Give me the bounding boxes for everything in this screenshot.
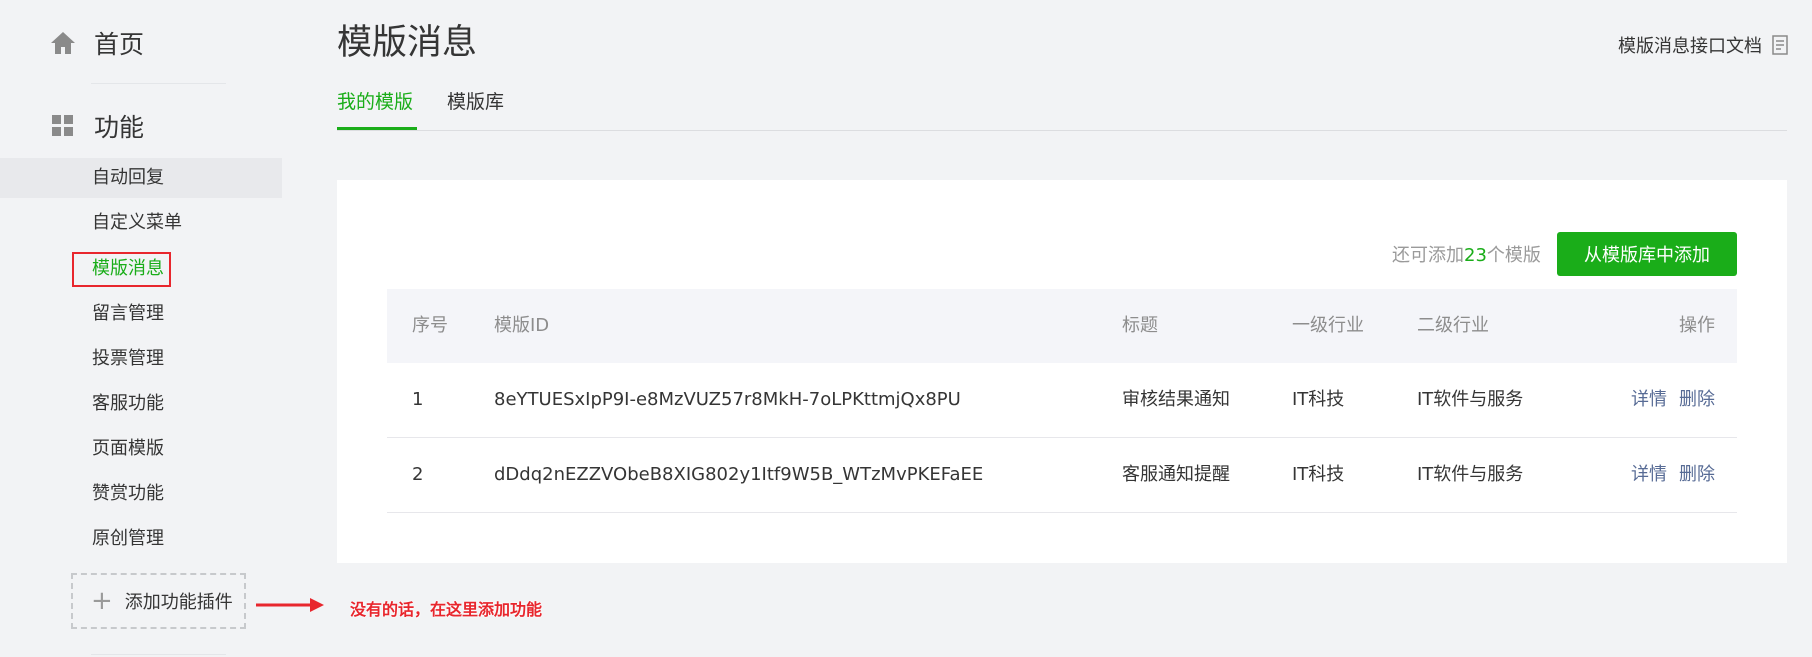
grid-icon	[48, 111, 78, 141]
sidebar-home-label: 首页	[94, 30, 145, 59]
sidebar: 首页 功能 自动回复 自定义菜单 模版消息 留言管理 投票管理 客服功能 页面模…	[0, 0, 282, 657]
cell-title: 客服通知提醒	[1122, 464, 1230, 485]
cell-industry1: IT科技	[1292, 464, 1345, 485]
arrow-right-icon	[256, 598, 324, 612]
sidebar-divider-bottom	[91, 654, 226, 655]
header-title: 标题	[1122, 315, 1158, 336]
cell-industry1: IT科技	[1292, 389, 1345, 410]
sidebar-divider	[91, 83, 226, 84]
plus-icon: +	[91, 586, 113, 616]
cell-ops: 详情 删除	[1619, 438, 1715, 512]
template-table: 序号 模版ID 标题 一级行业 二级行业 操作 1 8eYTUESxIpP9I-…	[387, 289, 1737, 513]
cell-ops: 详情 删除	[1619, 363, 1715, 437]
cell-title: 审核结果通知	[1122, 389, 1230, 410]
cell-no: 2	[412, 464, 424, 485]
cell-template-id: dDdq2nEZZVObeB8XIG802y1Itf9W5B_WTzMvPKEF…	[494, 464, 984, 485]
cell-template-id: 8eYTUESxIpP9I-e8MzVUZ57r8MkH-7oLPKttmjQx…	[494, 389, 961, 410]
table-row: 2 dDdq2nEZZVObeB8XIG802y1Itf9W5B_WTzMvPK…	[387, 438, 1737, 513]
cell-no: 1	[412, 389, 424, 410]
sidebar-section-function[interactable]: 功能	[48, 106, 144, 146]
header-industry2: 二级行业	[1417, 315, 1489, 336]
add-plugin-label: 添加功能插件	[124, 592, 233, 613]
sidebar-item-vote-manage[interactable]: 投票管理	[92, 339, 164, 379]
sidebar-item-customer-service[interactable]: 客服功能	[92, 384, 164, 424]
quota-suffix: 个模版	[1486, 245, 1541, 266]
sidebar-item-original-manage[interactable]: 原创管理	[92, 519, 164, 559]
cell-industry2: IT软件与服务	[1417, 464, 1524, 485]
header-id: 模版ID	[494, 315, 550, 336]
detail-link[interactable]: 详情	[1631, 464, 1667, 485]
delete-link[interactable]: 删除	[1679, 389, 1715, 410]
detail-link[interactable]: 详情	[1631, 389, 1667, 410]
annotation-text: 没有的话，在这里添加功能	[350, 600, 543, 619]
sidebar-item-custom-menu[interactable]: 自定义菜单	[92, 203, 182, 243]
header-industry1: 一级行业	[1292, 315, 1364, 336]
sidebar-item-reward[interactable]: 赞赏功能	[92, 474, 164, 514]
add-from-library-button[interactable]: 从模版库中添加	[1557, 232, 1737, 276]
sidebar-item-page-template[interactable]: 页面模版	[92, 429, 164, 469]
header-no: 序号	[412, 315, 448, 336]
quota-text: 还可添加23个模版	[1392, 241, 1541, 267]
delete-link[interactable]: 删除	[1679, 464, 1715, 485]
home-icon	[48, 28, 78, 58]
quota-count: 23	[1464, 245, 1487, 266]
highlight-box	[72, 252, 171, 287]
doc-link-label: 模版消息接口文档	[1618, 36, 1762, 57]
tab-my-templates[interactable]: 我的模版	[337, 84, 417, 130]
add-plugin-button[interactable]: + 添加功能插件	[71, 573, 246, 629]
document-icon	[1772, 35, 1788, 55]
sidebar-item-comment-manage[interactable]: 留言管理	[92, 294, 164, 334]
sidebar-item-home[interactable]: 首页	[48, 23, 144, 63]
sidebar-item-auto-reply[interactable]: 自动回复	[0, 158, 282, 198]
table-header: 序号 模版ID 标题 一级行业 二级行业 操作	[387, 289, 1737, 363]
header-ops: 操作	[1679, 315, 1715, 336]
doc-link[interactable]: 模版消息接口文档	[1618, 32, 1788, 58]
quota-prefix: 还可添加	[1392, 245, 1464, 266]
sidebar-function-label: 功能	[94, 113, 145, 142]
cell-industry2: IT软件与服务	[1417, 389, 1524, 410]
tab-bar: 我的模版 模版库	[337, 84, 1787, 131]
page-title: 模版消息	[337, 23, 478, 63]
tab-template-library[interactable]: 模版库	[447, 84, 504, 130]
table-row: 1 8eYTUESxIpP9I-e8MzVUZ57r8MkH-7oLPKttmj…	[387, 363, 1737, 438]
